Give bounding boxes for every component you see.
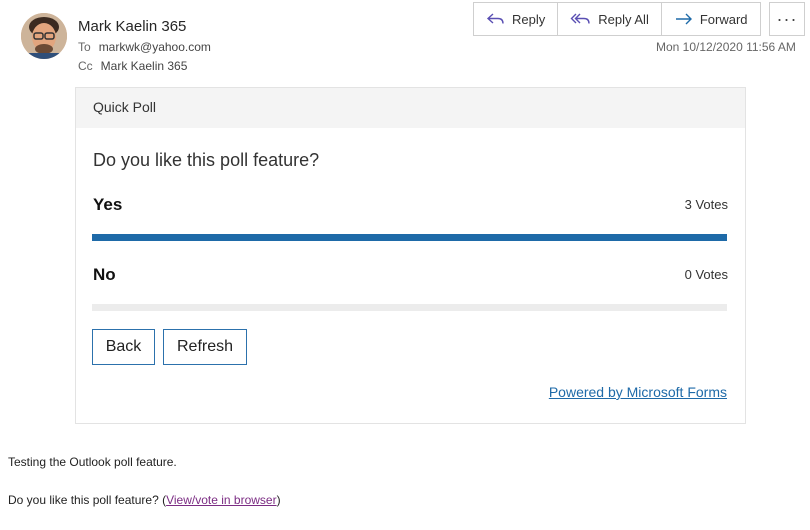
poll-header-title: Quick Poll [93, 99, 157, 115]
poll-option-yes-bar-fill [92, 234, 727, 241]
forward-button[interactable]: Forward [662, 3, 760, 35]
body-line-2-prefix: Do you like this poll feature? ( [8, 493, 167, 507]
poll-card: Quick Poll Do you like this poll feature… [75, 87, 746, 424]
poll-option-no-label: No [93, 265, 116, 284]
cc-recipient[interactable]: Mark Kaelin 365 [101, 59, 188, 73]
cc-label: Cc [78, 59, 93, 73]
forward-label: Forward [699, 11, 748, 27]
reply-all-button[interactable]: Reply All [558, 3, 662, 35]
poll-card-header: Quick Poll [76, 88, 745, 128]
view-vote-in-browser-link[interactable]: View/vote in browser [166, 493, 277, 507]
poll-option-yes-label: Yes [93, 195, 123, 214]
reply-icon [486, 12, 506, 26]
back-button[interactable]: Back [92, 329, 155, 365]
poll-option-yes-bar [92, 234, 727, 241]
reply-all-icon [570, 12, 592, 26]
powered-by-link[interactable]: Powered by Microsoft Forms [549, 384, 727, 400]
sender-name[interactable]: Mark Kaelin 365 [78, 18, 186, 35]
more-actions-button[interactable]: ··· [769, 2, 805, 36]
to-line: To markwk@yahoo.com [78, 40, 211, 54]
body-line-1: Testing the Outlook poll feature. [8, 455, 177, 469]
to-label: To [78, 40, 91, 54]
message-actions: Reply Reply All Forward [473, 2, 761, 36]
poll-option-no-bar [92, 304, 727, 311]
poll-option-yes-votes: 3 Votes [684, 197, 728, 212]
poll-option-no-votes: 0 Votes [684, 267, 728, 282]
reply-all-label: Reply All [598, 11, 649, 27]
message-timestamp: Mon 10/12/2020 11:56 AM [656, 40, 796, 54]
reply-label: Reply [512, 11, 546, 27]
poll-question: Do you like this poll feature? [93, 150, 320, 170]
refresh-button[interactable]: Refresh [163, 329, 247, 365]
reply-button[interactable]: Reply [474, 3, 559, 35]
body-line-2-suffix: ) [276, 493, 281, 507]
body-line-2: Do you like this poll feature? (View/vot… [8, 493, 281, 507]
sender-avatar[interactable] [21, 13, 67, 59]
forward-icon [674, 12, 694, 26]
to-recipient[interactable]: markwk@yahoo.com [99, 40, 211, 54]
cc-line: Cc Mark Kaelin 365 [78, 59, 187, 73]
